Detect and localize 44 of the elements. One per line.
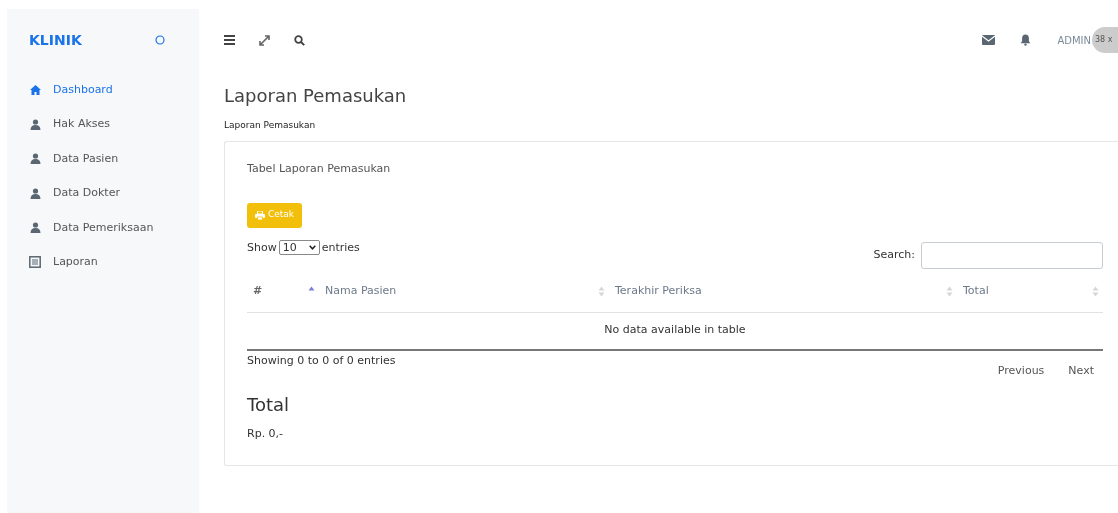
user-icon (29, 153, 41, 165)
user-name[interactable]: ADMIN (1057, 32, 1091, 48)
sort-icon (946, 285, 953, 297)
home-icon (29, 85, 41, 96)
search-field[interactable] (921, 241, 1103, 269)
card-title: Tabel Laporan Pemasukan (247, 161, 392, 176)
search-label: Search: (873, 246, 915, 263)
breadcrumb: Laporan Pemasukan (224, 119, 317, 132)
envelope-icon[interactable] (982, 35, 996, 45)
sidebar-item[interactable]: Data Dokter (7, 176, 199, 211)
avatar[interactable]: 38 x (1092, 27, 1118, 53)
table-info: Showing 0 to 0 of 0 entries (247, 352, 396, 369)
document-icon (29, 256, 41, 269)
length-label: entries (321, 239, 360, 256)
printer-icon (255, 210, 265, 220)
length-label: Show (247, 239, 277, 256)
total-value: Rp. 0,- (247, 426, 285, 442)
sort-icon (598, 285, 605, 297)
menu-icon[interactable] (224, 35, 235, 45)
sidebar-item[interactable]: Laporan (7, 244, 199, 280)
chevron-icon (308, 245, 316, 251)
page-title: Laporan Pemasukan (224, 84, 408, 108)
column-header[interactable]: # (247, 270, 319, 312)
expand-icon[interactable] (259, 34, 270, 46)
user-icon (29, 222, 41, 234)
user-icon (29, 119, 41, 131)
sidebar-item[interactable]: Hak Akses (7, 107, 199, 142)
sidebar-item[interactable]: Data Pasien (7, 141, 199, 177)
column-header[interactable]: Nama Pasien (319, 270, 609, 312)
total-heading: Total (247, 393, 291, 417)
length-select[interactable]: 10 (278, 240, 320, 256)
pagination-link[interactable]: Previous (988, 358, 1054, 383)
bell-icon[interactable] (1020, 34, 1032, 46)
search-icon[interactable] (294, 34, 305, 46)
sort-icon (1092, 285, 1099, 297)
sidebar-item[interactable]: Data Pemeriksaan (7, 210, 199, 245)
pagination-link[interactable]: Next (1059, 358, 1103, 383)
column-header[interactable]: Terakhir Periksa (609, 270, 957, 312)
sidebar-item[interactable]: Dashboard (7, 73, 199, 108)
column-header[interactable]: Total (957, 270, 1103, 312)
circle-icon[interactable] (155, 35, 165, 45)
user-icon (29, 187, 41, 199)
empty-message: No data available in table (247, 312, 1103, 351)
brand-name[interactable]: KLINIK (29, 29, 82, 51)
